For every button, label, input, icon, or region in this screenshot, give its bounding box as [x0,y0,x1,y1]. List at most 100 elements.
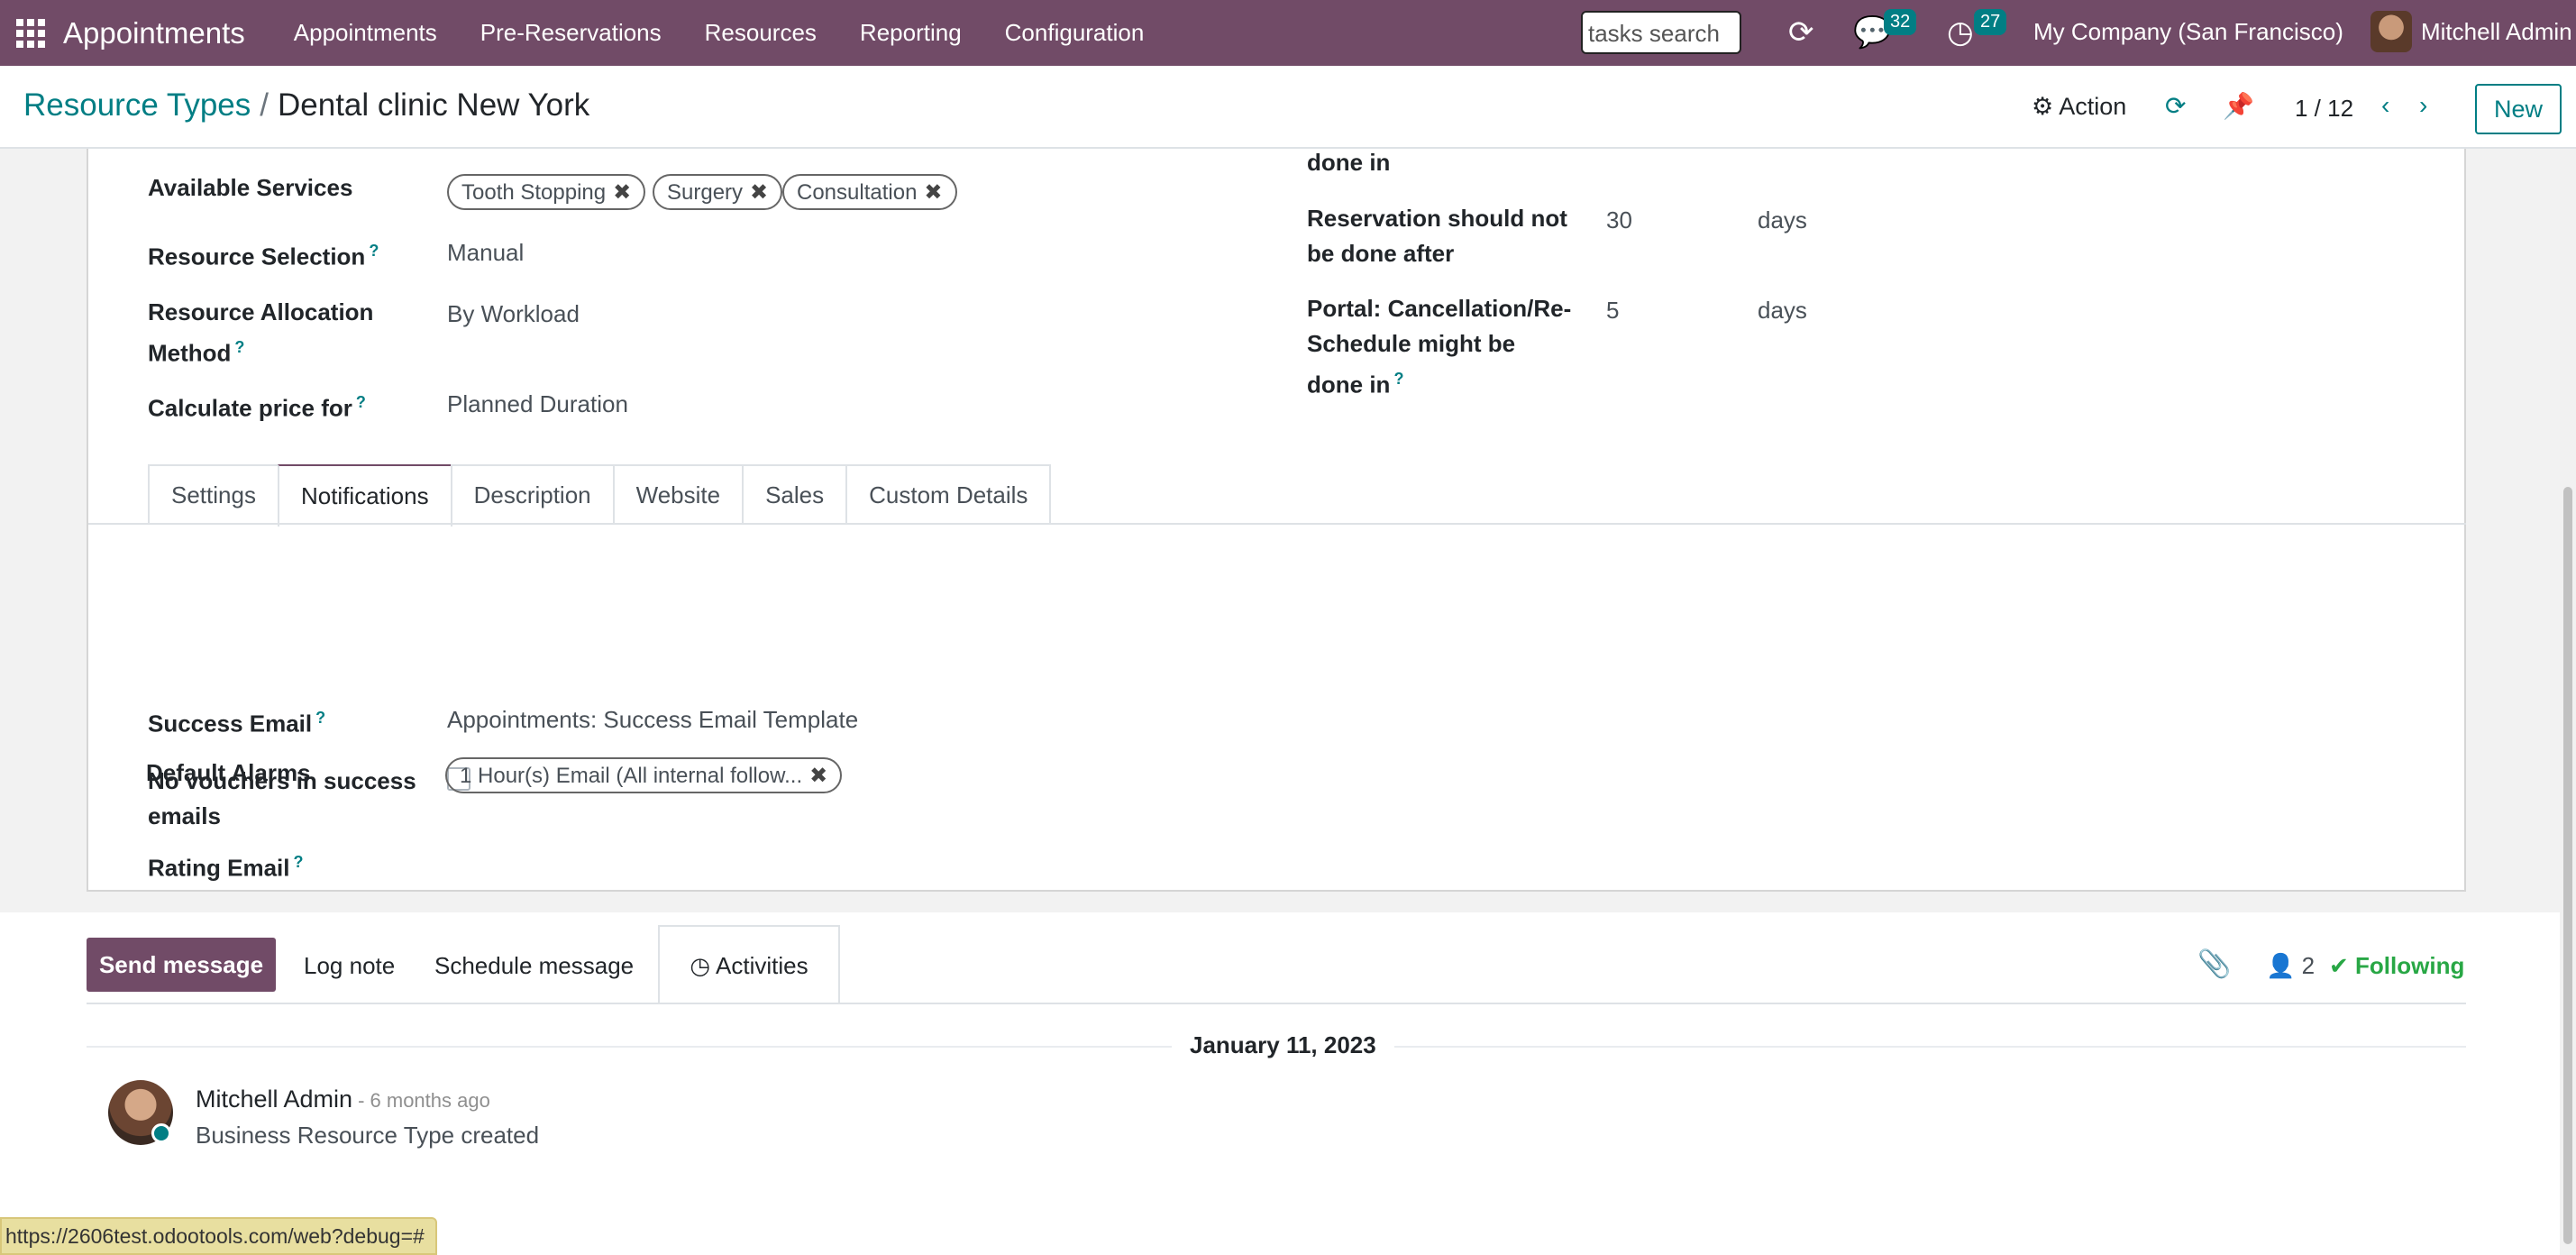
reservation-not-after-label: Reservation should not be done after [1307,205,1567,267]
tasks-search-input[interactable]: tasks search [1581,11,1741,54]
resource-selection-value[interactable]: Manual [447,235,524,270]
help-icon[interactable]: ? [315,709,325,727]
remove-tag-icon[interactable]: ✖ [750,180,768,205]
tag-label: Tooth Stopping [461,180,607,205]
rating-email-label-text: Rating Email [148,854,290,882]
check-icon: ✔ [2329,952,2349,979]
calculate-price-value[interactable]: Planned Duration [447,387,628,422]
default-alarms-label: Default Alarms [146,759,311,786]
success-email-label: Success Email? [148,701,325,742]
remove-tag-icon[interactable]: ✖ [613,180,631,205]
resource-selection-label-text: Resource Selection [148,243,366,270]
message-body: Business Resource Type created [196,1122,540,1149]
menu-pre-reservations[interactable]: Pre-Reservations [480,19,662,47]
reservation-not-after-value[interactable]: 30 [1606,203,1632,238]
app-brand[interactable]: Appointments [63,16,245,50]
menu-configuration[interactable]: Configuration [1005,19,1145,47]
resource-allocation-label: Resource Allocation Method? [148,295,391,371]
form-sheet: Available Services Resource Selection? M… [87,149,2466,892]
action-button[interactable]: ⚙ Action [2032,93,2126,121]
user-menu[interactable]: Mitchell Admin [2370,11,2572,52]
followers-button[interactable]: 👤 2 [2266,952,2315,980]
help-icon[interactable]: ? [293,853,303,871]
chatter-toolbar: Send message Log note Schedule message ◷… [87,925,2466,1004]
tab-settings[interactable]: Settings [148,464,279,525]
message-header: Mitchell Admin - 6 months ago [196,1086,490,1113]
message-author[interactable]: Mitchell Admin [196,1086,352,1113]
tab-description[interactable]: Description [450,464,615,525]
record-title: Dental clinic New York [278,87,590,123]
schedule-message-button[interactable]: Schedule message [434,952,634,980]
success-email-label-text: Success Email [148,710,313,737]
date-separator: January 11, 2023 [1172,1031,1394,1059]
log-note-button[interactable]: Log note [304,952,395,980]
tab-website[interactable]: Website [612,464,744,525]
attachment-icon[interactable]: 📎 [2197,948,2231,980]
tag-label: Surgery [667,180,744,205]
resource-allocation-value[interactable]: By Workload [447,297,580,332]
tab-notifications[interactable]: Notifications [277,464,452,527]
company-switcher[interactable]: My Company (San Francisco) [2033,18,2343,46]
breadcrumb-resource-types[interactable]: Resource Types [23,87,251,123]
help-icon[interactable]: ? [369,242,379,260]
pager-value[interactable]: 1 / 12 [2295,95,2353,123]
available-services-label: Available Services [148,174,353,201]
calculate-price-label-text: Calculate price for [148,394,352,422]
form-tabs: Settings Notifications Description Websi… [148,464,1052,527]
user-avatar [2370,11,2412,52]
service-tag: Consultation ✖ [782,174,957,210]
message-time: - 6 months ago [358,1089,490,1112]
portal-cancellation-label-text: Portal: Cancellation/Re-Schedule might b… [1307,295,1572,398]
person-icon: 👤 [2266,952,2296,979]
menu-resources[interactable]: Resources [705,19,817,47]
portal-cancellation-unit: days [1758,297,1807,324]
messages-badge: 32 [1884,9,1917,35]
tag-label: 1 Hour(s) Email (All internal follow... [460,764,803,788]
clock-icon: ◷ [690,951,711,979]
help-icon[interactable]: ? [234,338,244,356]
online-status-icon [151,1123,171,1143]
reservation-not-after-unit: days [1758,206,1807,234]
service-tag: Surgery ✖ [653,174,783,210]
default-alarm-tag: 1 Hour(s) Email (All internal follow... ✖ [445,757,843,793]
tab-divider [88,523,2466,525]
tag-label: Consultation [797,180,918,205]
scrollbar-thumb[interactable] [2563,487,2572,1244]
top-navbar: Appointments Appointments Pre-Reservatio… [0,0,2576,66]
activities-button[interactable]: ◷ Activities [658,925,840,1004]
gear-icon: ⚙ [2032,93,2054,120]
done-in-label: done in [1307,149,1391,176]
status-bar-url: https://2606test.odootools.com/web?debug… [0,1217,437,1255]
following-label: Following [2355,952,2465,979]
help-icon[interactable]: ? [356,393,366,411]
menu-appointments[interactable]: Appointments [294,19,437,47]
send-message-button[interactable]: Send message [87,938,276,992]
remove-tag-icon[interactable]: ✖ [924,180,942,205]
remove-tag-icon[interactable]: ✖ [809,764,827,788]
activities-badge: 27 [1974,9,2007,35]
resource-selection-label: Resource Selection? [148,234,379,275]
new-button[interactable]: New [2475,84,2562,134]
menu-reporting[interactable]: Reporting [860,19,962,47]
service-tag: Tooth Stopping ✖ [447,174,646,210]
help-icon[interactable]: ? [1393,370,1403,388]
tab-sales[interactable]: Sales [742,464,848,525]
pager-previous-icon[interactable]: ‹ [2381,91,2389,120]
portal-cancellation-value[interactable]: 5 [1606,293,1619,328]
rating-email-label: Rating Email? [148,845,303,886]
control-panel: Resource Types / Dental clinic New York ⚙ … [0,66,2576,149]
refresh-icon[interactable]: ⟳ [1788,14,1814,50]
success-email-value[interactable]: Appointments: Success Email Template [447,702,858,737]
following-button[interactable]: ✔ Following [2329,952,2464,980]
action-label: Action [2059,93,2127,120]
pager-next-icon[interactable]: › [2419,91,2427,120]
user-name: Mitchell Admin [2421,17,2572,45]
activities-label: Activities [716,951,808,979]
activities-clock-icon[interactable]: ◷ [1947,14,1974,50]
discard-refresh-icon[interactable]: ⟳ [2165,91,2186,121]
breadcrumb: Resource Types / Dental clinic New York [23,87,589,124]
followers-count: 2 [2301,952,2316,979]
tab-custom-details[interactable]: Custom Details [845,464,1052,525]
pin-icon[interactable]: 📌 [2223,91,2254,121]
app-menu-icon[interactable] [16,18,45,48]
